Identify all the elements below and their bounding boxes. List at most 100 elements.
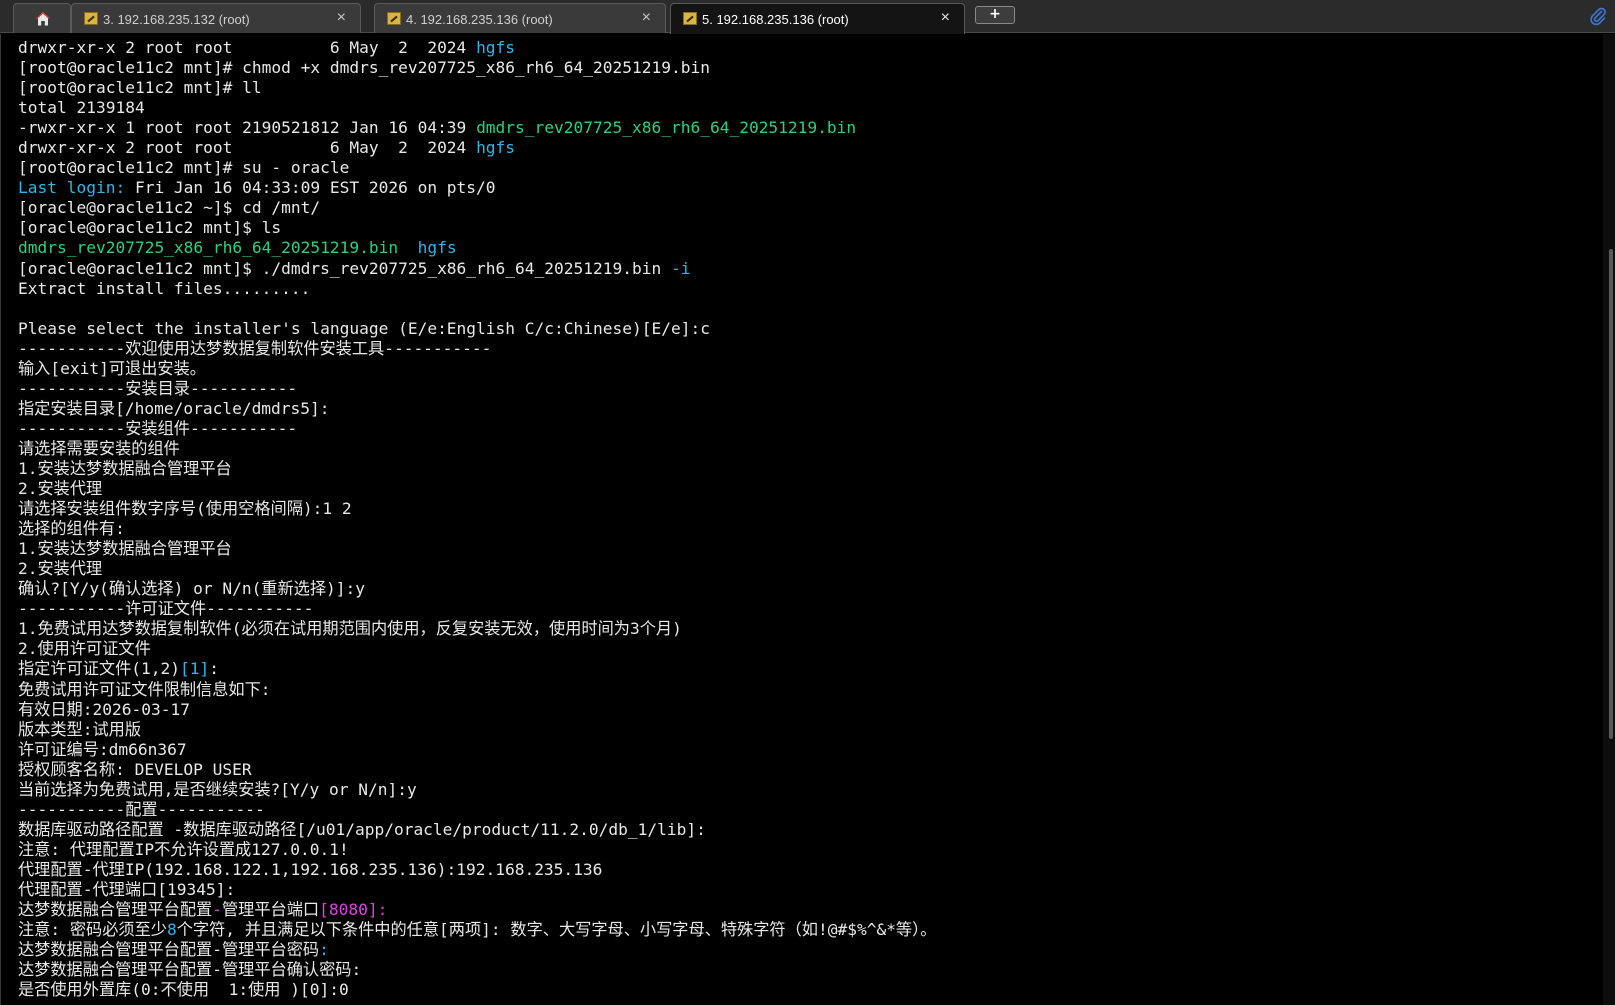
terminal-text-segment: -----------许可证文件----------- — [18, 599, 314, 619]
paperclip-icon — [1590, 7, 1606, 26]
terminal-text-segment: 2.安装代理 — [18, 559, 103, 579]
tab-session-4[interactable]: 4. 192.168.235.136 (root) × — [374, 3, 666, 33]
terminal-text-segment: 有效日期:2026-03-17 — [18, 699, 190, 719]
terminal-line: 数据库驱动路径配置 -数据库驱动路径[/u01/app/oracle/produ… — [18, 820, 936, 840]
terminal-line: [oracle@oracle11c2 mnt]$ ./dmdrs_rev2077… — [18, 259, 936, 279]
terminal-text-segment: 当前选择为免费试用,是否继续安装?[Y/y or N/n]:y — [18, 779, 417, 799]
terminal-text-segment: drwxr-xr-x 2 root root 6 May 2 2024 — [18, 138, 477, 158]
terminal-text-segment: : — [319, 940, 329, 960]
terminal-output[interactable]: drwxr-xr-x 2 root root 6 May 2 2024 hgfs… — [0, 34, 1615, 1005]
terminal-text-segment: Extract install files......... — [18, 278, 311, 298]
scrollbar-thumb[interactable] — [1609, 249, 1613, 739]
terminal-line: 1.安装达梦数据融合管理平台 — [18, 539, 936, 559]
tab-label: 3. 192.168.235.132 (root) — [103, 12, 250, 27]
terminal-line: 许可证编号:dm66n367 — [18, 740, 936, 760]
terminal-text-segment: 2.使用许可证文件 — [18, 639, 151, 659]
tab-session-5[interactable]: 5. 192.168.235.136 (root) × — [670, 3, 965, 34]
terminal-line: Please select the installer's language (… — [18, 319, 936, 339]
session-icon — [84, 12, 98, 25]
terminal-text-segment: [root@oracle11c2 mnt]# su - oracle — [18, 158, 350, 178]
terminal-text-segment: dmdrs_rev207725_x86_rh6_64_20251219.bin — [476, 118, 857, 138]
terminal-text-segment: Please select the installer's language (… — [18, 318, 710, 338]
terminal-text-segment: dmdrs_rev207725_x86_rh6_64_20251219.bin — [18, 238, 399, 258]
terminal-text-segment: [1] — [180, 659, 210, 679]
terminal-text-segment: -i — [670, 258, 691, 278]
terminal-line: total 2139184 — [18, 98, 936, 118]
close-icon[interactable]: × — [337, 9, 346, 27]
terminal-text-segment: 8 — [167, 920, 177, 940]
terminal-line: 代理配置-代理IP(192.168.122.1,192.168.235.136)… — [18, 860, 936, 880]
close-icon[interactable]: × — [941, 9, 950, 27]
attach-icon[interactable] — [1589, 6, 1607, 26]
terminal-line: 版本类型:试用版 — [18, 720, 936, 740]
terminal-line: 当前选择为免费试用,是否继续安装?[Y/y or N/n]:y — [18, 780, 936, 800]
terminal-text-segment: total 2139184 — [18, 98, 145, 118]
terminal-line: 注意: 代理配置IP不允许设置成127.0.0.1! — [18, 840, 936, 860]
terminal-text-segment: 注意: 密码必须至少 — [18, 920, 167, 940]
terminal-line: 2.安装代理 — [18, 559, 936, 579]
terminal-line: drwxr-xr-x 2 root root 6 May 2 2024 hgfs — [18, 138, 936, 158]
terminal-text-segment: [root@oracle11c2 mnt]# ll — [18, 78, 262, 98]
session-icon — [387, 12, 401, 25]
tab-label: 5. 192.168.235.136 (root) — [702, 12, 849, 27]
terminal-line: 指定安装目录[/home/oracle/dmdrs5]: — [18, 399, 936, 419]
tab-label: 4. 192.168.235.136 (root) — [406, 12, 553, 27]
terminal-text: drwxr-xr-x 2 root root 6 May 2 2024 hgfs… — [18, 38, 936, 1000]
terminal-line: 注意: 密码必须至少8个字符, 并且满足以下条件中的任意[两项]: 数字、大写字… — [18, 920, 936, 940]
close-icon[interactable]: × — [642, 9, 651, 27]
terminal-text-segment: -----------安装目录----------- — [18, 378, 298, 398]
terminal-text-segment: hgfs — [476, 138, 516, 158]
terminal-line: -----------欢迎使用达梦数据复制软件安装工具----------- — [18, 339, 936, 359]
terminal-text-segment: 管理平台端口 — [222, 900, 320, 920]
terminal-text-segment: 1.安装达梦数据融合管理平台 — [18, 458, 232, 478]
terminal-line: -----------安装组件----------- — [18, 419, 936, 439]
terminal-line: [root@oracle11c2 mnt]# ll — [18, 78, 936, 98]
new-tab-button[interactable]: + — [975, 6, 1015, 24]
terminal-line: [oracle@oracle11c2 ~]$ cd /mnt/ — [18, 198, 936, 218]
terminal-line: 达梦数据融合管理平台配置-管理平台确认密码: — [18, 960, 936, 980]
terminal-line: [root@oracle11c2 mnt]# su - oracle — [18, 158, 936, 178]
terminal-text-segment: 代理配置-代理端口[19345]: — [18, 879, 236, 899]
terminal-line: 达梦数据融合管理平台配置-管理平台端口[8080]: — [18, 900, 936, 920]
terminal-line: 授权顾客名称: DEVELOP USER — [18, 760, 936, 780]
terminal-text-segment: 选择的组件有: — [18, 519, 125, 539]
terminal-text-segment: -----------欢迎使用达梦数据复制软件安装工具----------- — [18, 338, 492, 358]
terminal-line: 请选择需要安装的组件 — [18, 439, 936, 459]
terminal-text-segment: 达梦数据融合管理平台配置 — [18, 900, 213, 920]
terminal-line: 1.免费试用达梦数据复制软件(必须在试用期范围内使用，反复安装无效，使用时间为3… — [18, 619, 936, 639]
terminal-text-segment: 是否使用外置库(0:不使用 1:使用 )[0]:0 — [18, 980, 349, 1000]
terminal-text-segment: -rwxr-xr-x 1 root root 2190521812 Jan 16… — [18, 118, 477, 138]
terminal-line: Extract install files......... — [18, 279, 936, 299]
terminal-text-segment: [oracle@oracle11c2 mnt]$ ./dmdrs_rev2077… — [18, 258, 671, 278]
terminal-line: 达梦数据融合管理平台配置-管理平台密码: — [18, 940, 936, 960]
terminal-line: 免费试用许可证文件限制信息如下: — [18, 680, 936, 700]
terminal-text-segment: 数据库驱动路径配置 -数据库驱动路径[/u01/app/oracle/produ… — [18, 819, 706, 839]
terminal-text-segment: 1.免费试用达梦数据复制软件(必须在试用期范围内使用，反复安装无效，使用时间为3… — [18, 619, 682, 639]
vertical-scrollbar[interactable] — [1603, 34, 1615, 1005]
terminal-text-segment: -----------安装组件----------- — [18, 418, 298, 438]
terminal-line: drwxr-xr-x 2 root root 6 May 2 2024 hgfs — [18, 38, 936, 58]
terminal-line: 有效日期:2026-03-17 — [18, 700, 936, 720]
terminal-text-segment: 指定安装目录[/home/oracle/dmdrs5]: — [18, 398, 330, 418]
terminal-text-segment: 达梦数据融合管理平台配置-管理平台密码 — [18, 940, 320, 960]
terminal-text-segment: - — [212, 900, 222, 920]
terminal-line: dmdrs_rev207725_x86_rh6_64_20251219.bin … — [18, 238, 936, 258]
terminal-text-segment: hgfs — [476, 38, 516, 57]
terminal-line: [root@oracle11c2 mnt]# chmod +x dmdrs_re… — [18, 58, 936, 78]
terminal-text-segment: 注意: 代理配置IP不允许设置成127.0.0.1! — [18, 839, 349, 859]
terminal-text-segment: 代理配置-代理IP(192.168.122.1,192.168.235.136)… — [18, 859, 603, 879]
terminal-text-segment: 2.安装代理 — [18, 479, 103, 499]
terminal-text-segment: [root@oracle11c2 mnt]# chmod +x dmdrs_re… — [18, 58, 710, 78]
terminal-text-segment: 许可证编号:dm66n367 — [18, 739, 187, 759]
terminal-text-segment: [8080]: — [319, 900, 388, 920]
terminal-text-segment: 确认?[Y/y(确认选择) or N/n(重新选择)]:y — [18, 579, 366, 599]
tab-session-3[interactable]: 3. 192.168.235.132 (root) × — [71, 3, 361, 33]
terminal-line: 1.安装达梦数据融合管理平台 — [18, 459, 936, 479]
tab-home[interactable] — [13, 3, 71, 33]
terminal-text-segment: 1.安装达梦数据融合管理平台 — [18, 539, 232, 559]
terminal-line: 2.使用许可证文件 — [18, 639, 936, 659]
terminal-line: 确认?[Y/y(确认选择) or N/n(重新选择)]:y — [18, 579, 936, 599]
terminal-text-segment: [oracle@oracle11c2 ~]$ cd /mnt/ — [18, 198, 321, 218]
